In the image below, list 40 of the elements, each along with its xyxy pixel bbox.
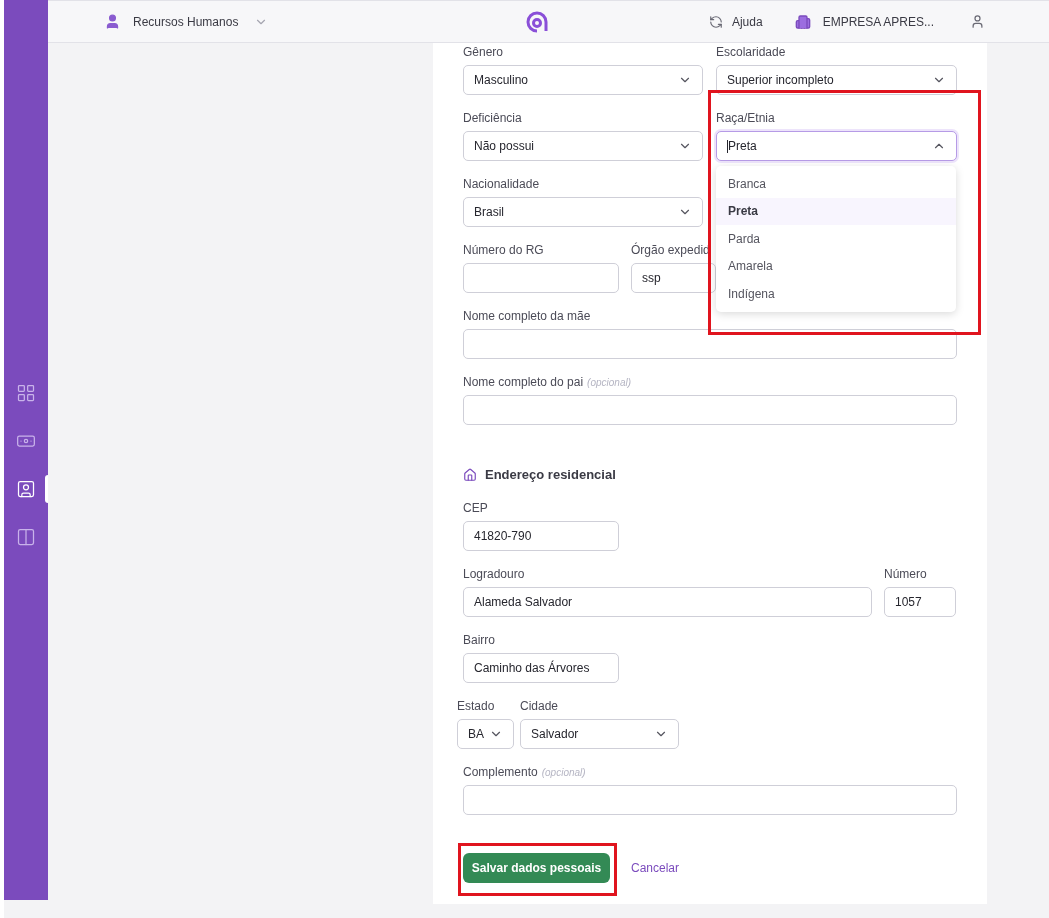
module-name[interactable]: Recursos Humanos (133, 12, 239, 31)
select-field[interactable]: Salvador (520, 719, 679, 749)
field-label: Número do RG (463, 243, 544, 257)
dropdown-option[interactable]: Indígena (716, 280, 956, 308)
field-label: Nome completo da mãe (463, 309, 591, 323)
input-field[interactable]: 41820-790 (463, 521, 619, 551)
field-label: Nome completo do pai (463, 375, 584, 389)
dropdown-option[interactable]: Preta (716, 197, 956, 225)
optional-hint: (opcional) (587, 377, 631, 388)
field-label: Estado (457, 699, 495, 713)
select-field[interactable]: Não possui (463, 131, 703, 161)
select-field[interactable]: Superior incompleto (716, 65, 957, 95)
field-label: Nacionalidade (463, 177, 540, 191)
field-label: Deficiência (463, 111, 522, 125)
optional-hint: (opcional) (541, 767, 586, 778)
select-field[interactable]: BA (457, 719, 514, 749)
help-link[interactable]: Ajuda (731, 12, 763, 31)
dropdown-option[interactable]: Amarela (716, 252, 956, 280)
select-field[interactable]: Masculino (463, 65, 703, 95)
field-label: Raça/Etnia (716, 111, 775, 125)
field-label: Escolaridade (716, 45, 786, 59)
field-label: Gênero (463, 45, 504, 59)
field-label: Bairro (463, 633, 495, 647)
dropdown-option[interactable]: Parda (716, 225, 956, 253)
company-name[interactable]: EMPRESA APRES... (822, 12, 934, 31)
input-field[interactable]: Caminho das Árvores (463, 653, 619, 683)
field-label: Cidade (520, 699, 559, 713)
field-label: Número (884, 567, 927, 581)
cancel-link[interactable]: Cancelar (631, 859, 680, 877)
field-label: Logradouro (463, 567, 525, 581)
dropdown-option[interactable]: Branca (716, 170, 956, 198)
section-title: Endereço residencial (485, 466, 616, 485)
select-field[interactable]: Brasil (463, 197, 703, 227)
field-label: CEP (463, 501, 488, 515)
input-field[interactable]: 1057 (884, 587, 956, 617)
input-field[interactable]: ssp (631, 263, 716, 293)
select-field[interactable]: Preta (716, 131, 957, 161)
save-button[interactable]: Salvar dados pessoais (463, 853, 610, 883)
input-field[interactable]: Alameda Salvador (463, 587, 872, 617)
field-label: Complemento (463, 765, 538, 779)
